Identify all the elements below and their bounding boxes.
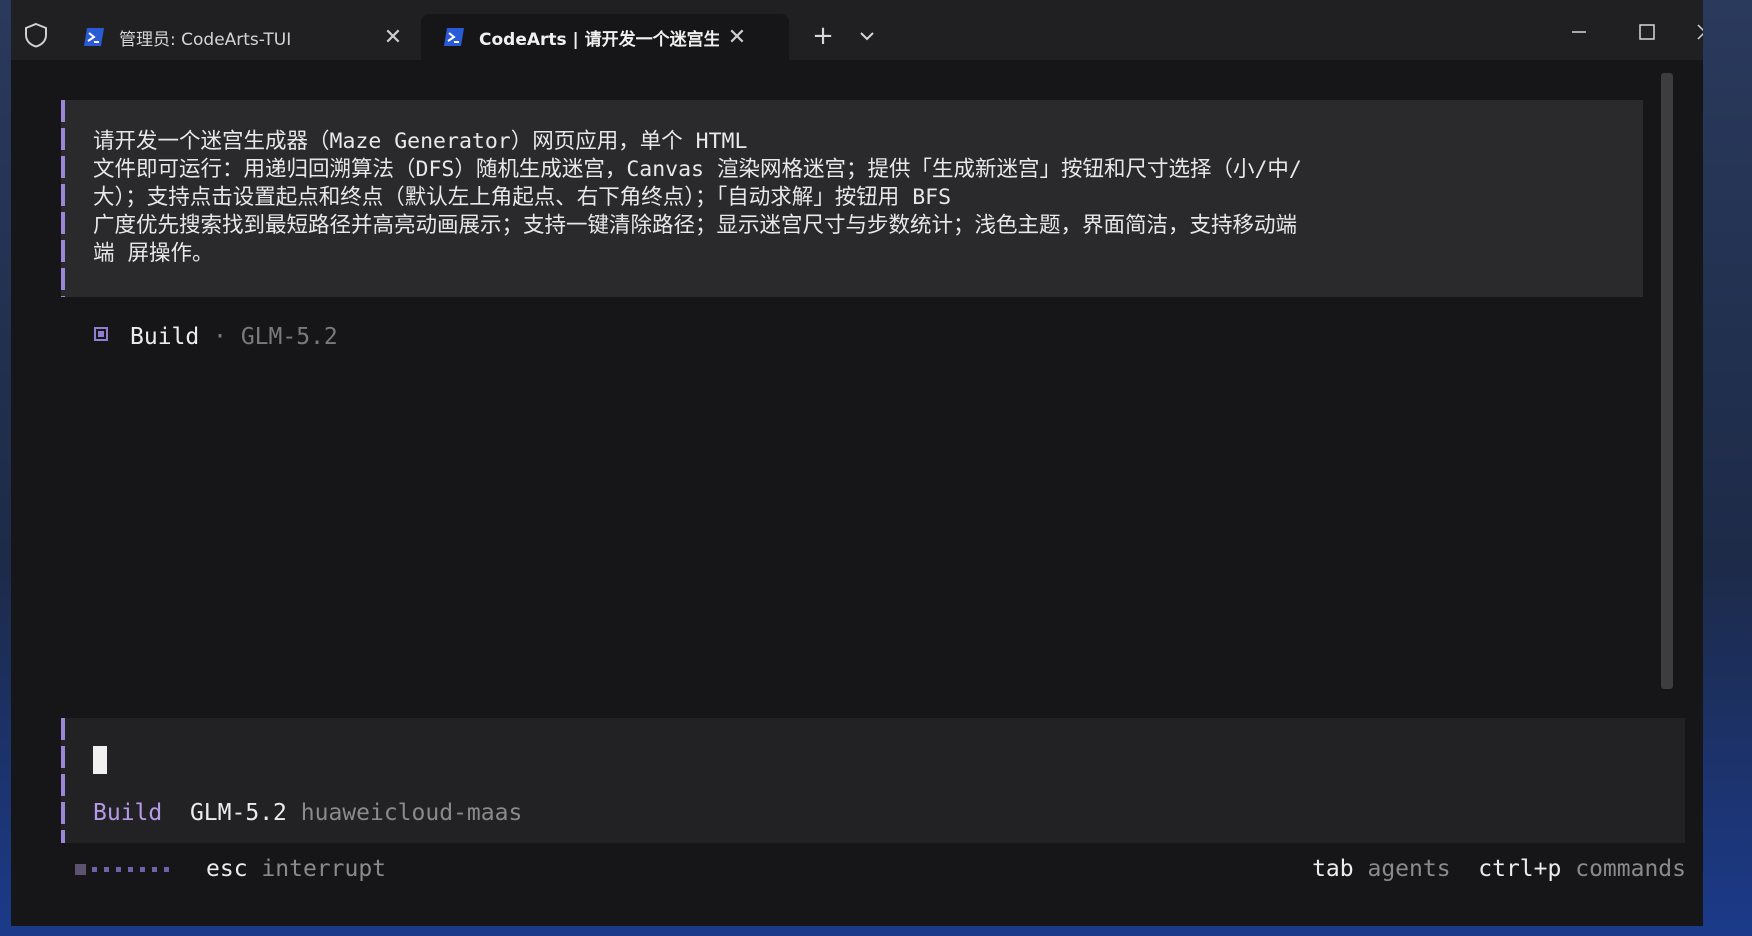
tab-admin-codearts[interactable]: 管理员: CodeArts-TUI ✕ bbox=[61, 14, 421, 60]
new-tab-button[interactable]: + bbox=[801, 18, 845, 54]
tab-codearts-maze[interactable]: CodeArts | 请开发一个迷宫生成 ✕ bbox=[421, 14, 789, 60]
prompt-line: 大）；支持点击设置起点和终点（默认左上角起点、右下角终点）；「自动求解」按钮用 … bbox=[93, 185, 952, 210]
user-prompt-block: 请开发一个迷宫生成器（Maze Generator）网页应用，单个 HTML 文件… bbox=[61, 100, 1643, 297]
progress-spinner bbox=[75, 863, 176, 875]
status-bar-right: tab agents ctrl+p commands bbox=[1312, 856, 1686, 882]
prompt-line: 广度优先搜索找到最短路径并高亮动画展示；支持一键清除路径；显示迷宫尺寸与步数统计… bbox=[93, 213, 1298, 238]
esc-key: esc bbox=[206, 856, 248, 882]
prompt-text: 请开发一个迷宫生成器（Maze Generator）网页应用，单个 HTML 文件… bbox=[93, 128, 1633, 268]
model-selector-line[interactable]: Build GLM-5.2 huaweicloud-maas bbox=[93, 800, 522, 826]
build-separator: · bbox=[213, 324, 227, 350]
shield-icon[interactable] bbox=[23, 22, 49, 48]
maximize-icon[interactable] bbox=[1623, 14, 1671, 50]
tab-action: agents bbox=[1367, 856, 1451, 882]
prompt-line: 端 屏操作。 bbox=[93, 241, 214, 266]
input-block[interactable]: Build GLM-5.2 huaweicloud-maas bbox=[61, 718, 1685, 843]
esc-action: interrupt bbox=[261, 856, 387, 882]
prompt-line: 请开发一个迷宫生成器（Maze Generator）网页应用，单个 HTML bbox=[93, 129, 748, 154]
prompt-accent-bar bbox=[61, 100, 65, 297]
agent-name[interactable]: Build bbox=[93, 800, 162, 826]
build-status-line: Build · GLM-5.2 bbox=[94, 324, 338, 350]
provider-name: huaweicloud-maas bbox=[300, 800, 523, 826]
build-label: Build bbox=[130, 324, 200, 350]
tab-title: CodeArts | 请开发一个迷宫生成 bbox=[479, 29, 719, 50]
status-bar-left: esc interrupt bbox=[65, 856, 386, 882]
text-cursor[interactable] bbox=[93, 746, 107, 774]
powershell-icon bbox=[444, 28, 464, 46]
minimize-icon[interactable] bbox=[1555, 14, 1603, 50]
tab-key: tab bbox=[1312, 856, 1354, 882]
window-close-icon[interactable] bbox=[1681, 14, 1703, 50]
tab-title: 管理员: CodeArts-TUI bbox=[119, 29, 292, 50]
input-accent-bar bbox=[61, 718, 65, 843]
cmd-action: commands bbox=[1575, 856, 1686, 882]
build-model: GLM-5.2 bbox=[240, 324, 338, 350]
chevron-down-icon[interactable] bbox=[849, 22, 885, 50]
cmd-key: ctrl+p bbox=[1478, 856, 1562, 882]
model-name[interactable]: GLM-5.2 bbox=[190, 800, 287, 826]
terminal-window: 管理员: CodeArts-TUI ✕ CodeArts | 请开发一个迷宫生成… bbox=[11, 0, 1703, 926]
scrollbar[interactable] bbox=[1661, 73, 1673, 689]
close-icon[interactable]: ✕ bbox=[375, 25, 411, 50]
title-bar: 管理员: CodeArts-TUI ✕ CodeArts | 请开发一个迷宫生成… bbox=[11, 0, 1703, 60]
build-square-icon bbox=[94, 327, 108, 341]
close-icon[interactable]: ✕ bbox=[719, 25, 755, 50]
powershell-icon bbox=[84, 28, 104, 46]
prompt-line: 文件即可运行：用递归回溯算法（DFS）随机生成迷宫，Canvas 渲染网格迷宫；… bbox=[93, 157, 1302, 182]
